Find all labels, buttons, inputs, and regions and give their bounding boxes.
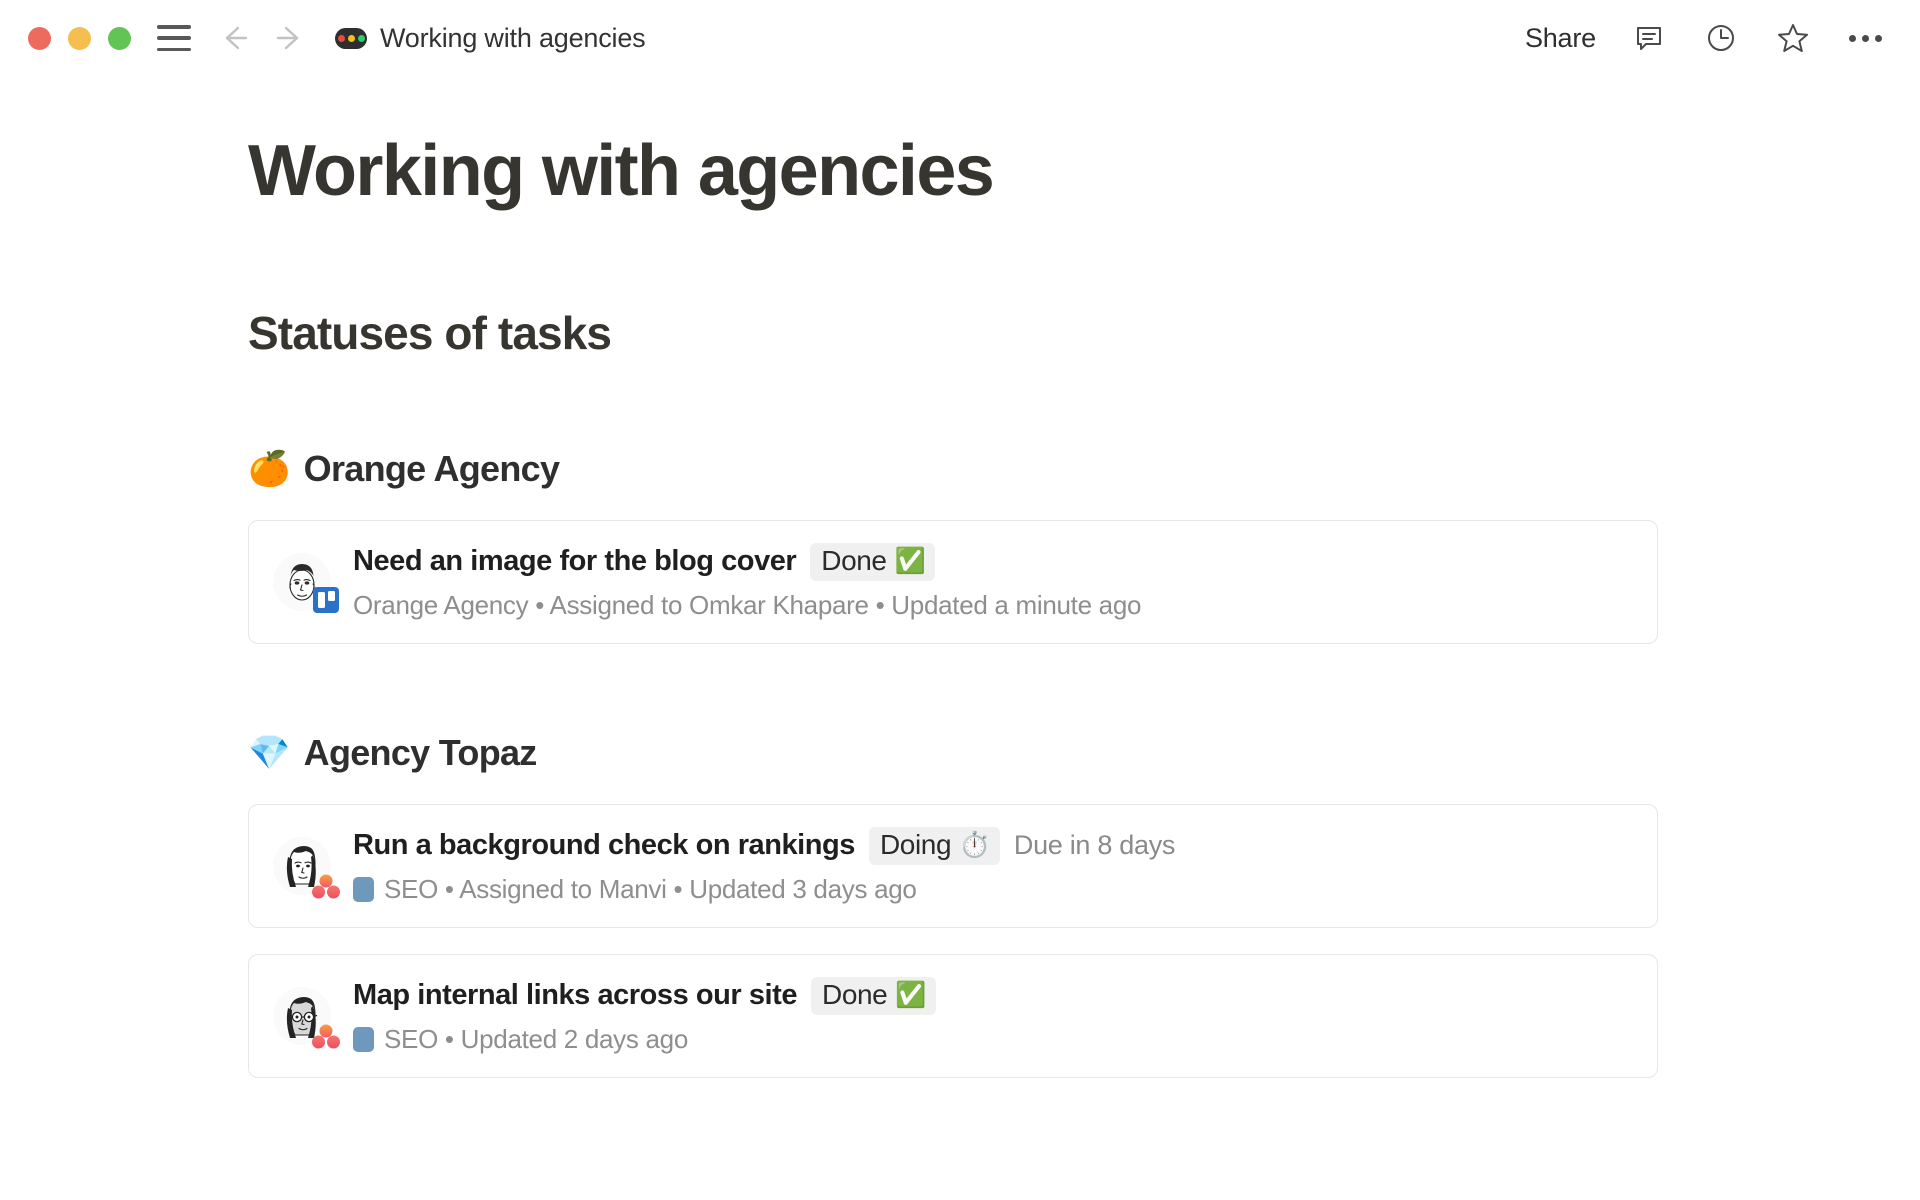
star-icon[interactable]: [1774, 19, 1812, 57]
task-content: Map internal links across our site Done …: [353, 976, 1631, 1055]
maximize-window-button[interactable]: [108, 26, 131, 50]
asana-badge: [312, 1024, 340, 1049]
due-date-text: Due in 8 days: [1013, 830, 1176, 861]
section-heading: Statuses of tasks: [248, 306, 612, 359]
title-bar: Working with agencies Share: [0, 0, 1920, 76]
task-header: Map internal links across our site Done …: [353, 976, 1631, 1015]
task-meta-text: SEO • Assigned to Manvi • Updated 3 days…: [384, 873, 917, 904]
task-meta: SEO • Updated 2 days ago: [353, 1024, 1631, 1055]
tangerine-emoji: 🍊: [248, 448, 290, 489]
task-header: Need an image for the blog cover Done ✅: [353, 542, 1631, 581]
gem-stone-emoji: 💎: [248, 732, 290, 773]
avatar: [273, 552, 339, 613]
tab-title: Working with agencies: [380, 22, 646, 53]
comment-icon[interactable]: [1630, 19, 1668, 57]
navigation-arrows: [217, 21, 307, 55]
group-heading-orange-agency: 🍊 Orange Agency: [248, 448, 1920, 490]
group-name: Orange Agency: [303, 447, 560, 489]
status-label: Done: [821, 544, 887, 576]
task-row[interactable]: Map internal links across our site Done …: [248, 953, 1658, 1078]
task-list-agency-topaz: Run a background check on rankings Doing…: [248, 803, 1658, 1078]
task-meta: SEO • Assigned to Manvi • Updated 3 days…: [353, 874, 1631, 905]
task-meta: Orange Agency • Assigned to Omkar Khapar…: [353, 590, 1631, 621]
app-window: Working with agencies Share Working with…: [0, 0, 1920, 1200]
hamburger-icon[interactable]: [157, 25, 191, 51]
task-content: Run a background check on rankings Doing…: [353, 826, 1631, 905]
status-label: Done: [822, 978, 888, 1010]
back-arrow-icon[interactable]: [217, 21, 251, 55]
task-header: Run a background check on rankings Doing…: [353, 826, 1631, 865]
tag-color-swatch: [353, 1026, 374, 1052]
more-options-icon[interactable]: [1846, 19, 1884, 57]
status-badge[interactable]: Done ✅: [811, 976, 937, 1015]
task-title: Need an image for the blog cover: [353, 545, 797, 578]
avatar: [273, 986, 340, 1049]
page-content: Working with agencies Statuses of tasks …: [0, 76, 1920, 1078]
forward-arrow-icon[interactable]: [273, 21, 307, 55]
task-content: Need an image for the blog cover Done ✅ …: [353, 542, 1631, 621]
task-list-orange-agency: Need an image for the blog cover Done ✅ …: [248, 519, 1658, 644]
titlebar-actions: Share: [1525, 19, 1884, 57]
close-window-button[interactable]: [28, 26, 51, 50]
clock-icon[interactable]: [1702, 19, 1740, 57]
status-badge[interactable]: Doing ⏱️: [868, 826, 1000, 865]
asana-badge: [312, 874, 340, 899]
tag-color-swatch: [353, 876, 374, 902]
share-button[interactable]: Share: [1525, 23, 1596, 54]
status-label: Doing: [879, 828, 952, 860]
task-title: Run a background check on rankings: [353, 829, 855, 862]
traffic-light-favicon: [335, 27, 367, 49]
group-heading-agency-topaz: 💎 Agency Topaz: [248, 732, 1920, 774]
status-badge[interactable]: Done ✅: [810, 542, 936, 581]
minimize-window-button[interactable]: [68, 26, 91, 50]
task-row[interactable]: Run a background check on rankings Doing…: [248, 803, 1658, 928]
task-meta-text: SEO • Updated 2 days ago: [384, 1023, 688, 1054]
avatar: [273, 836, 340, 899]
trello-badge: [313, 586, 339, 613]
check-mark-icon: ✅: [894, 546, 926, 576]
task-meta-text: Orange Agency • Assigned to Omkar Khapar…: [353, 589, 1142, 620]
page-title: Working with agencies: [248, 131, 995, 211]
task-title: Map internal links across our site: [353, 979, 798, 1012]
stopwatch-icon: ⏱️: [959, 830, 990, 860]
check-mark-icon: ✅: [895, 980, 927, 1010]
traffic-lights: [28, 26, 131, 50]
task-row[interactable]: Need an image for the blog cover Done ✅ …: [248, 519, 1658, 644]
group-name: Agency Topaz: [303, 731, 538, 773]
